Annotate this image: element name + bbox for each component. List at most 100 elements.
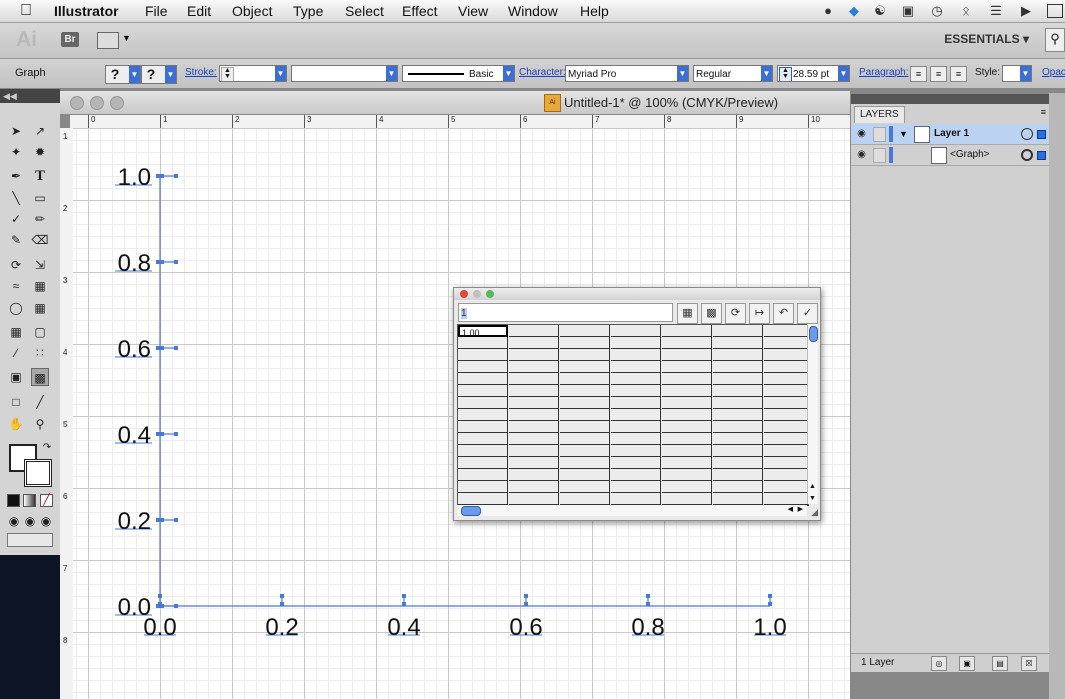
grid-cell[interactable] — [713, 337, 763, 349]
none-mode-icon[interactable]: ╱ — [40, 494, 53, 507]
paintbrush-tool-icon[interactable]: ✓ — [7, 210, 25, 228]
grid-cell[interactable] — [764, 445, 808, 457]
grid-cell[interactable] — [611, 349, 661, 361]
menu-effect[interactable]: Effect — [402, 2, 438, 20]
display-icon[interactable]: ▣ — [900, 3, 916, 18]
magic-wand-tool-icon[interactable]: ✦ — [7, 143, 25, 161]
grid-cell[interactable] — [509, 337, 559, 349]
collapse-icon[interactable]: ◀◀ — [0, 91, 17, 101]
grid-cell[interactable] — [764, 349, 808, 361]
grid-cell[interactable] — [509, 409, 559, 421]
grid-cell[interactable] — [560, 421, 610, 433]
grid-cell[interactable] — [713, 349, 763, 361]
transpose-icon[interactable]: ▩ — [701, 303, 722, 324]
align-center-icon[interactable]: ≡ — [930, 66, 947, 82]
grid-cell[interactable] — [509, 481, 559, 493]
hand-tool-icon[interactable]: ✋ — [7, 415, 25, 433]
grid-cell[interactable] — [611, 445, 661, 457]
scroll-up-icon[interactable]: ▲ — [809, 483, 816, 490]
menu-object[interactable]: Object — [232, 2, 272, 20]
grid-cell[interactable] — [764, 409, 808, 421]
font-size-field[interactable]: ▲ ▼ 28.59 pt ▼ — [777, 65, 850, 82]
grid-cell[interactable] — [458, 397, 508, 409]
grid-cell[interactable] — [458, 469, 508, 481]
grid-cell[interactable] — [713, 421, 763, 433]
zoom-button[interactable] — [486, 290, 494, 298]
menu-view[interactable]: View — [458, 2, 488, 20]
rectangle-tool-icon[interactable]: ▭ — [31, 189, 49, 207]
grid-cell[interactable] — [509, 325, 559, 337]
grid-cell[interactable] — [509, 385, 559, 397]
grid-cell[interactable] — [662, 481, 712, 493]
grid-cell[interactable] — [764, 361, 808, 373]
scale-tool-icon[interactable]: ⇲ — [31, 256, 49, 274]
grid-cell[interactable] — [560, 493, 610, 505]
grid-cell[interactable] — [509, 445, 559, 457]
grid-cell[interactable] — [611, 421, 661, 433]
stroke-color-icon[interactable] — [24, 459, 52, 487]
grid-cell[interactable] — [764, 373, 808, 385]
tab-layers[interactable]: LAYERS — [854, 106, 905, 123]
line-tool-icon[interactable]: ╲ — [7, 189, 25, 207]
grid-cell[interactable] — [458, 349, 508, 361]
font-family-field[interactable]: Myriad Pro ▼ — [565, 65, 689, 82]
gradient-mode-icon[interactable] — [23, 494, 36, 507]
stroke-swatch[interactable]: ? ▼ — [141, 65, 177, 84]
menu-file[interactable]: File — [145, 2, 168, 20]
grid-cell[interactable] — [662, 493, 712, 505]
grid-cell[interactable] — [560, 385, 610, 397]
grid-cell[interactable] — [611, 373, 661, 385]
grid-cell[interactable] — [560, 349, 610, 361]
eyedropper-tool-icon[interactable]: ⁄ — [7, 344, 25, 362]
make-clipping-mask-icon[interactable]: ▣ — [959, 656, 975, 671]
slice-tool-icon[interactable]: ╱ — [31, 393, 49, 411]
selection-tool-icon[interactable]: ➤ — [7, 122, 25, 140]
grid-cell[interactable] — [713, 481, 763, 493]
graphic-style-field[interactable]: ▼ — [1002, 65, 1032, 82]
mesh-tool-icon[interactable]: ▦ — [7, 323, 25, 341]
grid-cell[interactable] — [713, 397, 763, 409]
cell-entry-field[interactable]: 1 — [458, 303, 673, 322]
layer-row[interactable]: ◉ ▼ Layer 1 — [851, 124, 1049, 145]
grid-cell[interactable] — [458, 445, 508, 457]
blend-tool-icon[interactable]: ∷ — [31, 344, 49, 362]
font-style-field[interactable]: Regular ▼ — [693, 65, 773, 82]
grid-cell[interactable] — [662, 373, 712, 385]
align-left-icon[interactable]: ≡ — [910, 66, 927, 82]
grid-cell[interactable] — [611, 469, 661, 481]
grid-cell[interactable] — [764, 493, 808, 505]
grid-cell[interactable] — [458, 337, 508, 349]
swap-fill-stroke-icon[interactable]: ↷ — [38, 439, 56, 457]
panel-menu-icon[interactable]: ≡ — [1041, 107, 1046, 117]
scroll-left-icon[interactable]: ◀ — [788, 505, 793, 513]
grid-cell[interactable] — [458, 421, 508, 433]
scroll-thumb[interactable] — [809, 326, 818, 342]
grid-cell[interactable] — [458, 385, 508, 397]
scroll-down-icon[interactable]: ▼ — [809, 495, 816, 502]
grid-cell[interactable] — [764, 325, 808, 337]
switch-xy-icon[interactable]: ⟳ — [725, 303, 746, 324]
new-sublayer-icon[interactable]: ▤ — [992, 656, 1008, 671]
menu-select[interactable]: Select — [345, 2, 384, 20]
grid-cell[interactable] — [662, 433, 712, 445]
grid-cell[interactable] — [662, 397, 712, 409]
grid-cell[interactable] — [611, 433, 661, 445]
grid-cell[interactable] — [509, 373, 559, 385]
character-label[interactable]: Character: — [519, 67, 566, 78]
apple-menu[interactable]:  — [20, 2, 32, 20]
visibility-eye-icon[interactable]: ◉ — [855, 148, 868, 161]
grid-cell[interactable] — [458, 493, 508, 505]
grid-cell[interactable] — [611, 493, 661, 505]
import-data-icon[interactable]: ▦ — [677, 303, 698, 324]
close-window-button[interactable] — [70, 96, 84, 110]
grid-cell[interactable] — [662, 349, 712, 361]
grid-cell[interactable] — [662, 445, 712, 457]
grid-cell[interactable] — [509, 421, 559, 433]
grid-cell[interactable] — [509, 397, 559, 409]
eraser-tool-icon[interactable]: ⌫ — [31, 231, 49, 249]
grid-cell[interactable] — [713, 361, 763, 373]
grid-cell[interactable] — [713, 445, 763, 457]
network-icon[interactable]: ☯ — [872, 3, 888, 18]
shape-builder-tool-icon[interactable]: ◯ — [7, 299, 25, 317]
evernote-icon[interactable]: ● — [820, 3, 836, 18]
